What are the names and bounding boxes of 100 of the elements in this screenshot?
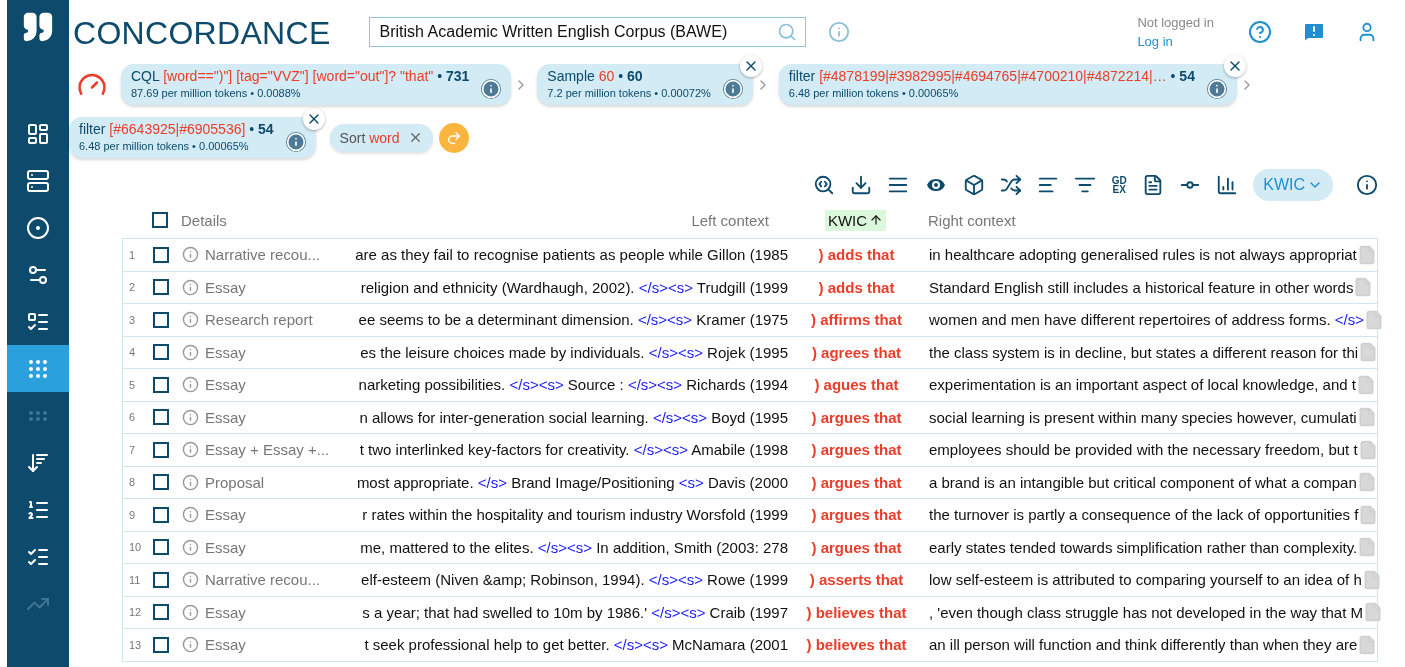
right-context: the turnover is partly a consequence of the lack of opportunities f: [928, 506, 1359, 524]
view-dropdown[interactable]: KWIC: [1253, 169, 1333, 201]
sort-chip[interactable]: Sort word: [329, 123, 433, 152]
query-chip[interactable]: Sample 60 • 60 7.2 per million tokens • 0.00072%: [537, 64, 753, 105]
kwic-text[interactable]: ) argues that: [811, 441, 902, 459]
row-checkbox[interactable]: [153, 539, 169, 556]
query-chip[interactable]: filter [#6643925|#6905536] • 54 6.48 per million tokens • 0.00065%: [69, 117, 316, 158]
query-stats: 87.69 per million tokens • 0.0088%: [131, 87, 302, 99]
detail-text: Essay: [205, 636, 246, 654]
query-chip[interactable]: filter [#4878199|#3982995|#4694765|#4700210|#4872214|… • 54 6.48 per million tokens • 0.00065%: [778, 64, 1237, 105]
left-context: narketing possibilities. </s><s> Source : </s><s> Richards (1994: [358, 376, 789, 394]
row-checkbox[interactable]: [153, 441, 169, 458]
kwic-text[interactable]: ) believes that: [806, 636, 907, 654]
right-context: an ill person will function and think differently than when they are: [928, 636, 1358, 654]
right-context: social learning is present within many species however, cumulati: [928, 408, 1357, 426]
info-icon[interactable]: [1356, 174, 1378, 196]
left-context: elf-esteem (Niven &amp; Robinson, 1994). </s><s> Rowe (1999: [361, 571, 789, 589]
detail-text: Narrative recou...: [205, 246, 321, 264]
bar-chart-icon[interactable]: [1216, 174, 1239, 196]
app-title: CONCORDANCE: [73, 13, 331, 52]
detail-cell[interactable]: Research report: [182, 311, 345, 329]
right-context: employees should be provided with the necessary freedom, but t: [928, 441, 1358, 459]
column-header[interactable]: KWIC: [824, 209, 887, 231]
row-number: 4: [128, 346, 137, 359]
row-checkbox[interactable]: [153, 506, 169, 523]
kwic-text[interactable]: ) adds that: [818, 278, 895, 296]
detail-cell[interactable]: Essay + Essay +...: [182, 441, 345, 459]
row-checkbox[interactable]: [153, 474, 169, 491]
detail-cell[interactable]: Essay: [182, 278, 345, 296]
detail-cell[interactable]: Essay: [182, 343, 345, 361]
detail-text: Essay: [205, 408, 246, 426]
help-icon[interactable]: [1248, 20, 1272, 44]
row-checkbox[interactable]: [153, 344, 169, 361]
row-checkbox[interactable]: [153, 604, 169, 621]
login-status: Not logged in: [1137, 15, 1214, 30]
row-number: 5: [128, 378, 137, 391]
gdex-button[interactable]: GD EX: [1111, 176, 1128, 194]
server-icon: [26, 168, 50, 193]
detail-text: Research report: [205, 311, 313, 329]
row-checkbox[interactable]: [153, 571, 169, 588]
detail-cell[interactable]: Proposal: [182, 473, 345, 491]
right-context: , 'even though class struggle has not developed in the way that M: [928, 603, 1363, 621]
kwic-text[interactable]: ) agrees that: [811, 343, 902, 361]
target-icon: [26, 215, 50, 240]
corpus-field[interactable]: British Academic Written English Corpus (BAWE): [368, 17, 806, 47]
left-context: most appropriate. </s> Brand Image/Positioning <s> Davis (2000: [356, 473, 789, 491]
login-link[interactable]: Log in: [1137, 34, 1214, 49]
download-icon[interactable]: [850, 174, 873, 196]
kwic-text[interactable]: ) adds that: [818, 246, 895, 264]
row-checkbox[interactable]: [153, 279, 169, 296]
detail-cell[interactable]: Essay: [182, 636, 345, 654]
close-button[interactable]: [302, 108, 325, 130]
detail-cell[interactable]: Narrative recou...: [182, 246, 345, 264]
detail-text: Proposal: [205, 473, 265, 491]
row-number: 1: [128, 248, 137, 261]
detail-cell[interactable]: Essay: [182, 506, 345, 524]
kwic-text[interactable]: ) affirms that: [811, 311, 902, 329]
detail-cell[interactable]: Essay: [182, 603, 345, 621]
search-icon: [776, 22, 797, 42]
box-icon[interactable]: [963, 174, 986, 196]
close-button[interactable]: [1223, 55, 1246, 77]
kwic-text[interactable]: ) agues that: [814, 376, 899, 394]
row-number: 9: [128, 508, 137, 521]
detail-text: Essay: [205, 278, 246, 296]
left-context: t two interlinked key-factors for creativity. </s><s> Amabile (1998: [359, 441, 789, 459]
row-number: 10: [128, 541, 143, 554]
shuffle-icon[interactable]: [1000, 174, 1023, 196]
kwic-text[interactable]: ) argues that: [811, 538, 902, 556]
kwic-text[interactable]: ) argues that: [811, 408, 902, 426]
row-number: 2: [128, 281, 137, 294]
query-stats: 6.48 per million tokens • 0.00065%: [79, 140, 250, 152]
search-icon[interactable]: [813, 174, 836, 196]
detail-cell[interactable]: Essay: [182, 376, 345, 394]
dashboard-icon: [26, 121, 50, 146]
select-all-checkbox[interactable]: [152, 212, 168, 228]
right-context: experimentation is an important aspect of local knowledge, and t: [928, 376, 1356, 394]
kwic-text[interactable]: ) argues that: [811, 506, 902, 524]
row-checkbox[interactable]: [153, 636, 169, 653]
row-checkbox[interactable]: [153, 246, 169, 263]
column-header[interactable]: Right context: [920, 211, 1378, 229]
row-checkbox[interactable]: [153, 409, 169, 426]
row-checkbox[interactable]: [153, 376, 169, 393]
right-context: low self-esteem is attributed to comparing yourself to an idea of h: [928, 571, 1362, 589]
query-chip[interactable]: CQL [word==")"] [tag="VVZ"] [word="out"]? "that" • 731 87.69 per million tokens • 0.0088%: [121, 64, 512, 105]
row-number: 6: [128, 411, 137, 424]
column-header[interactable]: Left context: [691, 211, 791, 229]
kwic-text[interactable]: ) believes that: [806, 603, 907, 621]
kwic-text[interactable]: ) argues that: [811, 473, 902, 491]
left-context: t seek professional help to get better. </s><s> McNamara (2001: [364, 636, 789, 654]
detail-cell[interactable]: Essay: [182, 408, 345, 426]
detail-cell[interactable]: Narrative recou...: [182, 571, 345, 589]
left-context: ee seems to be a determinant dimension. </s><s> Kramer (1975: [358, 311, 789, 329]
detail-cell[interactable]: Essay: [182, 538, 345, 556]
close-button[interactable]: [739, 55, 762, 77]
kwic-text[interactable]: ) asserts that: [809, 571, 904, 589]
detail-text: Essay: [205, 506, 246, 524]
row-checkbox[interactable]: [153, 311, 169, 328]
left-context: me, mattered to the elites. </s><s> In addition, Smith (2003: 278: [360, 538, 789, 556]
query-stats: 7.2 per million tokens • 0.00072%: [547, 87, 711, 99]
row-number: 7: [128, 443, 137, 456]
